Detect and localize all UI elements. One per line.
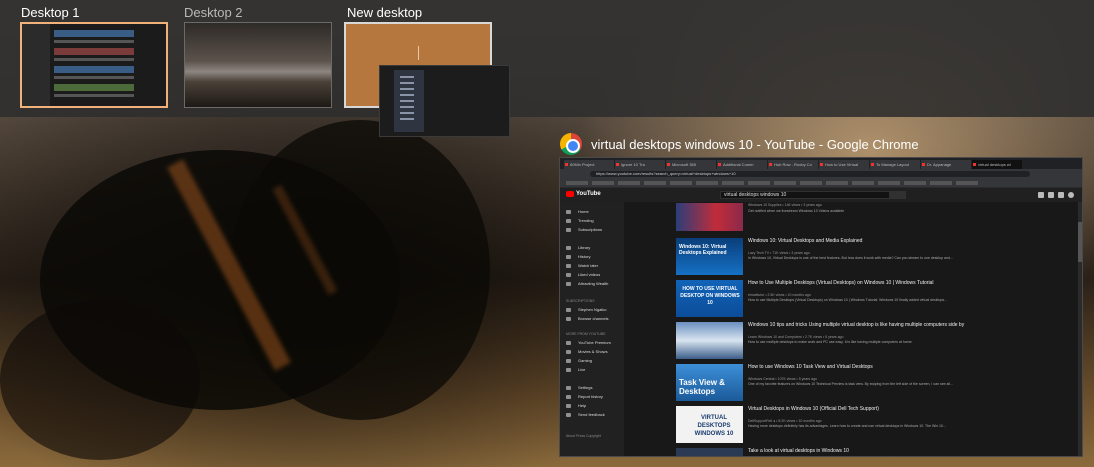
virtual-desktops-bar: Desktop 1 Desktop 2 New desktop bbox=[0, 0, 1094, 117]
bookmarks-bar bbox=[560, 179, 1082, 188]
browser-tab[interactable]: Ignore 10 Tra bbox=[615, 160, 665, 169]
browser-tab[interactable]: Dr. Appanage bbox=[921, 160, 971, 169]
video-meta: Lazy Tech TV • 71K views • 3 years ago bbox=[748, 251, 810, 255]
sidebar-item-subscription[interactable]: Stephen Ngaiko bbox=[566, 306, 606, 314]
video-thumbnail[interactable]: Windows 10: Virtual Desktops Explained bbox=[676, 238, 743, 275]
video-description: Having more desktops definitely has its … bbox=[748, 424, 946, 428]
browser-tabstrip: 60Min Project Ignore 10 Tra Microsoft 36… bbox=[560, 158, 1082, 169]
avatar[interactable] bbox=[1068, 192, 1074, 198]
desktop-2[interactable]: Desktop 2 bbox=[184, 4, 243, 21]
video-title[interactable]: Take a look at virtual desktops in Windo… bbox=[748, 448, 998, 454]
sidebar-item-watch-later[interactable]: Watch later bbox=[566, 262, 598, 270]
video-thumbnail[interactable] bbox=[676, 448, 743, 456]
list-item[interactable]: VIRTUAL DESKTOPS WINDOWS 10 Virtual Desk… bbox=[676, 406, 1076, 444]
dragged-window-preview[interactable] bbox=[379, 65, 510, 137]
list-item[interactable]: Take a look at virtual desktops in Windo… bbox=[676, 448, 1076, 456]
list-item[interactable]: HOW TO USE VIRTUAL DESKTOP ON WINDOWS 10… bbox=[676, 280, 1076, 318]
sidebar-item-settings[interactable]: Settings bbox=[566, 384, 592, 392]
apps-icon[interactable] bbox=[1048, 192, 1054, 198]
address-bar: https://www.youtube.com/results?search_q… bbox=[560, 169, 1082, 179]
sidebar-item-trending[interactable]: Trending bbox=[566, 217, 594, 225]
video-title[interactable]: Windows 10: Virtual Desktops and Media E… bbox=[748, 238, 998, 244]
video-description: One of my favorite features on Windows 1… bbox=[748, 382, 953, 386]
video-meta: Learn Windows 10 and Computers • 2.7K vi… bbox=[748, 335, 844, 339]
list-item[interactable]: Windows 10: Virtual Desktops Explained W… bbox=[676, 238, 1076, 276]
new-desktop-label: New desktop bbox=[347, 5, 423, 20]
chrome-icon bbox=[560, 133, 582, 155]
search-icon[interactable] bbox=[890, 191, 906, 199]
desktop-1[interactable]: Desktop 1 bbox=[21, 4, 80, 21]
browser-tab[interactable]: Microsoft 365 bbox=[666, 160, 716, 169]
desktop-2-label: Desktop 2 bbox=[184, 5, 243, 20]
browser-tab[interactable]: 60Min Project bbox=[564, 160, 614, 169]
tree-silhouette bbox=[230, 120, 490, 420]
sidebar-item-browse-channels[interactable]: Browse channels bbox=[566, 315, 608, 323]
youtube-sidebar: Home Trending Subscriptions Library Hist… bbox=[560, 202, 624, 456]
chrome-window-preview[interactable]: 60Min Project Ignore 10 Tra Microsoft 36… bbox=[559, 157, 1083, 457]
desktop-2-thumbnail[interactable] bbox=[184, 22, 332, 108]
video-title[interactable]: How to use Windows 10 Task View and Virt… bbox=[748, 364, 998, 370]
video-thumbnail[interactable] bbox=[676, 203, 743, 231]
browser-tab[interactable]: To Manage Layout bbox=[870, 160, 920, 169]
window-title-bar[interactable]: virtual desktops windows 10 - YouTube - … bbox=[560, 132, 1094, 156]
sidebar-item-library[interactable]: Library bbox=[566, 244, 590, 252]
sidebar-item-premium[interactable]: YouTube Premium bbox=[566, 339, 611, 347]
video-description: How to use multiple desktops to make wor… bbox=[748, 340, 913, 344]
browser-tab[interactable]: Additional Comm bbox=[717, 160, 767, 169]
url-field[interactable]: https://www.youtube.com/results?search_q… bbox=[590, 171, 1030, 177]
thumbnail-text: Windows 10: Virtual Desktops Explained bbox=[679, 244, 727, 256]
sidebar-item-liked-videos[interactable]: Liked videos bbox=[566, 271, 600, 279]
youtube-results: Windows 10 Supplies • 146 views • 3 year… bbox=[624, 202, 1082, 456]
video-description: In Windows 10, Virtual Desktops is one o… bbox=[748, 256, 953, 260]
video-thumbnail[interactable]: HOW TO USE VIRTUAL DESKTOP ON WINDOWS 10 bbox=[676, 280, 743, 317]
video-thumbnail[interactable]: Task View & Desktops bbox=[676, 364, 743, 401]
video-title[interactable]: How to Use Multiple Desktops (Virtual De… bbox=[748, 280, 998, 286]
sidebar-item-send-feedback[interactable]: Send feedback bbox=[566, 411, 605, 419]
sidebar-item-report-history[interactable]: Report history bbox=[566, 393, 603, 401]
thumbnail-text: VIRTUAL DESKTOPS WINDOWS 10 bbox=[694, 415, 734, 437]
window-title: virtual desktops windows 10 - YouTube - … bbox=[591, 136, 919, 152]
browser-tab[interactable]: Hub Row - Rooby Co bbox=[768, 160, 818, 169]
video-description: How to use Multiple Desktops (Virtual De… bbox=[748, 298, 948, 302]
upload-icon[interactable] bbox=[1038, 192, 1044, 198]
sidebar-item-live[interactable]: Live bbox=[566, 366, 585, 374]
video-meta: Windows Central • 107K views • 5 years a… bbox=[748, 377, 817, 381]
subscriptions-header: SUBSCRIPTIONS bbox=[566, 299, 595, 303]
video-title[interactable]: Virtual Desktops in Windows 10 (Official… bbox=[748, 406, 998, 412]
sidebar-item-subscriptions[interactable]: Subscriptions bbox=[566, 226, 602, 234]
video-title[interactable]: Windows 10 tips and tricks Using multipl… bbox=[748, 322, 998, 328]
youtube-search-input[interactable]: virtual desktops windows 10 bbox=[720, 191, 890, 199]
video-meta: ehowttutor • 2.5K views • 10 months ago bbox=[748, 293, 811, 297]
browser-tab-active[interactable]: virtual desktops wi bbox=[972, 160, 1022, 169]
video-thumbnail[interactable] bbox=[676, 322, 743, 359]
sidebar-item-history[interactable]: History bbox=[566, 253, 590, 261]
thumbnail-text: Task View & Desktops bbox=[679, 378, 725, 396]
video-meta: Windows 10 Supplies • 146 views • 3 year… bbox=[748, 203, 822, 207]
youtube-logo[interactable]: YouTube bbox=[566, 191, 601, 197]
sidebar-item-help[interactable]: Help bbox=[566, 402, 586, 410]
browser-tab[interactable]: How to Use Virtual bbox=[819, 160, 869, 169]
video-meta: DellSupportFelt ● • 8.2K views • 10 mont… bbox=[748, 419, 822, 423]
sidebar-footer: About Press Copyright bbox=[566, 434, 602, 438]
thumbnail-text: HOW TO USE VIRTUAL DESKTOP ON WINDOWS 10 bbox=[680, 286, 740, 306]
new-desktop[interactable]: New desktop bbox=[347, 4, 422, 21]
sidebar-item-playlist[interactable]: Attracting Wealth bbox=[566, 280, 608, 288]
list-item[interactable]: Task View & Desktops How to use Windows … bbox=[676, 364, 1076, 402]
list-item[interactable]: Windows 10 Supplies • 146 views • 3 year… bbox=[676, 203, 1076, 241]
scrollbar[interactable] bbox=[1078, 202, 1082, 456]
notifications-icon[interactable] bbox=[1058, 192, 1064, 198]
more-from-youtube-header: MORE FROM YOUTUBE bbox=[566, 332, 606, 336]
video-thumbnail[interactable]: VIRTUAL DESKTOPS WINDOWS 10 bbox=[676, 406, 743, 443]
tree-silhouette bbox=[0, 300, 200, 460]
sidebar-item-home[interactable]: Home bbox=[566, 208, 589, 216]
sidebar-item-gaming[interactable]: Gaming bbox=[566, 357, 592, 365]
sidebar-item-movies[interactable]: Movies & Shows bbox=[566, 348, 608, 356]
desktop-1-label: Desktop 1 bbox=[21, 5, 80, 20]
video-description: Get notified when we livestream Windows … bbox=[748, 209, 845, 213]
youtube-header: YouTube virtual desktops windows 10 bbox=[560, 188, 1082, 202]
list-item[interactable]: Windows 10 tips and tricks Using multipl… bbox=[676, 322, 1076, 360]
desktop-1-thumbnail[interactable] bbox=[20, 22, 168, 108]
